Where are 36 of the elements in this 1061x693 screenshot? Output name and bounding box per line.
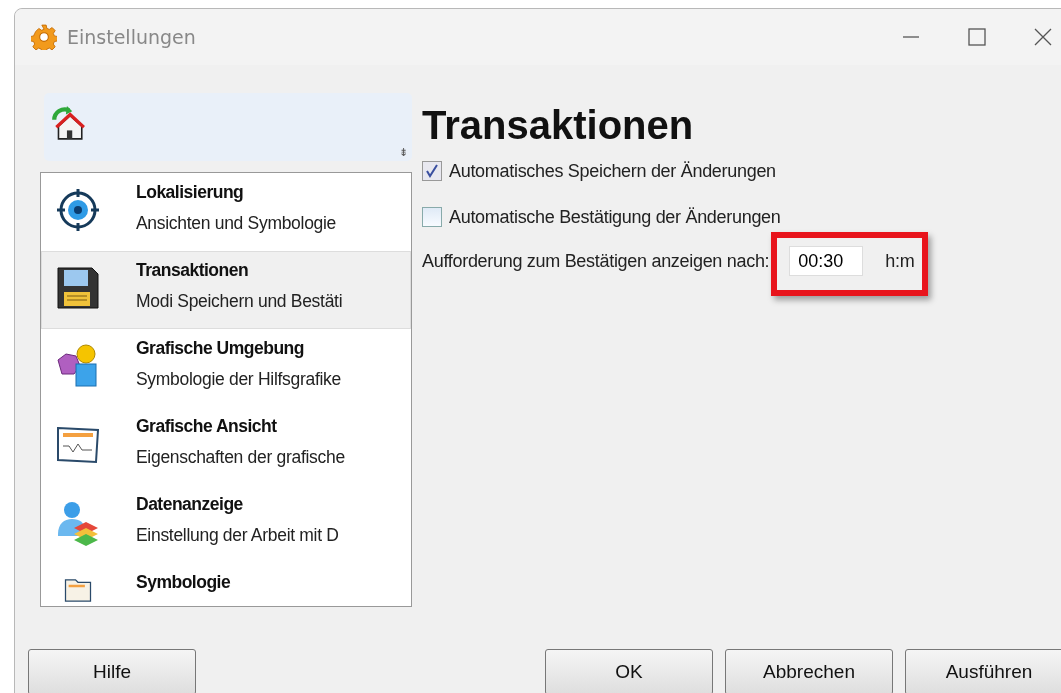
delay-label: Aufforderung zum Bestätigen anzeigen nach:: [422, 250, 770, 272]
category-title: Transaktionen: [136, 260, 250, 281]
close-icon[interactable]: [1033, 27, 1053, 47]
category-title: Grafische Umgebung: [136, 338, 305, 359]
category-title: Grafische Ansicht: [136, 416, 278, 437]
maximize-icon[interactable]: [967, 27, 987, 47]
dialog-button[interactable]: Ausführen: [905, 649, 1061, 693]
category-description: Einstellung der Arbeit mit D: [136, 525, 339, 546]
dialog-button[interactable]: OK: [545, 649, 713, 693]
checkbox-label: Automatische Bestätigung der Änderungen: [449, 206, 781, 228]
page-heading: Transaktionen: [422, 103, 695, 148]
window-title: Einstellungen: [67, 26, 196, 48]
checkbox-label: Automatisches Speichern der Änderungen: [449, 160, 776, 182]
category-title: Datenanzeige: [136, 494, 244, 515]
gear-icon: [31, 24, 57, 50]
category-item[interactable]: Symbologie: [41, 563, 411, 606]
collapse-glyph[interactable]: ⇟: [399, 146, 408, 159]
category-description: Ansichten und Symbologie: [136, 213, 336, 234]
dialog-button[interactable]: Abbrechen: [725, 649, 893, 693]
category-description: Modi Speichern und Bestäti: [136, 291, 343, 312]
category-title: Lokalisierung: [136, 182, 245, 203]
unit-label: h:m: [885, 250, 915, 272]
category-description: Symbologie der Hilfsgrafike: [136, 369, 341, 390]
category-title: Symbologie: [136, 572, 231, 593]
target-icon: [54, 186, 102, 234]
category-item[interactable]: Transaktionen Modi Speichern und Bestäti: [41, 251, 411, 329]
checkbox[interactable]: [422, 207, 442, 227]
category-item[interactable]: Datenanzeige Einstellung der Arbeit mit D: [41, 485, 411, 563]
category-item[interactable]: Lokalisierung Ansichten und Symbologie: [41, 173, 411, 251]
category-item[interactable]: Grafische Ansicht Eigenschaften der grafische: [41, 407, 411, 485]
help-button[interactable]: Hilfe: [28, 649, 196, 693]
category-description: Eigenschaften der grafische: [136, 447, 345, 468]
checkbox[interactable]: [422, 161, 442, 181]
time-field[interactable]: 00:30: [789, 246, 864, 276]
category-item[interactable]: Grafische Umgebung Symbologie der Hilfsgrafike: [41, 329, 411, 407]
house-icon[interactable]: [50, 105, 86, 141]
